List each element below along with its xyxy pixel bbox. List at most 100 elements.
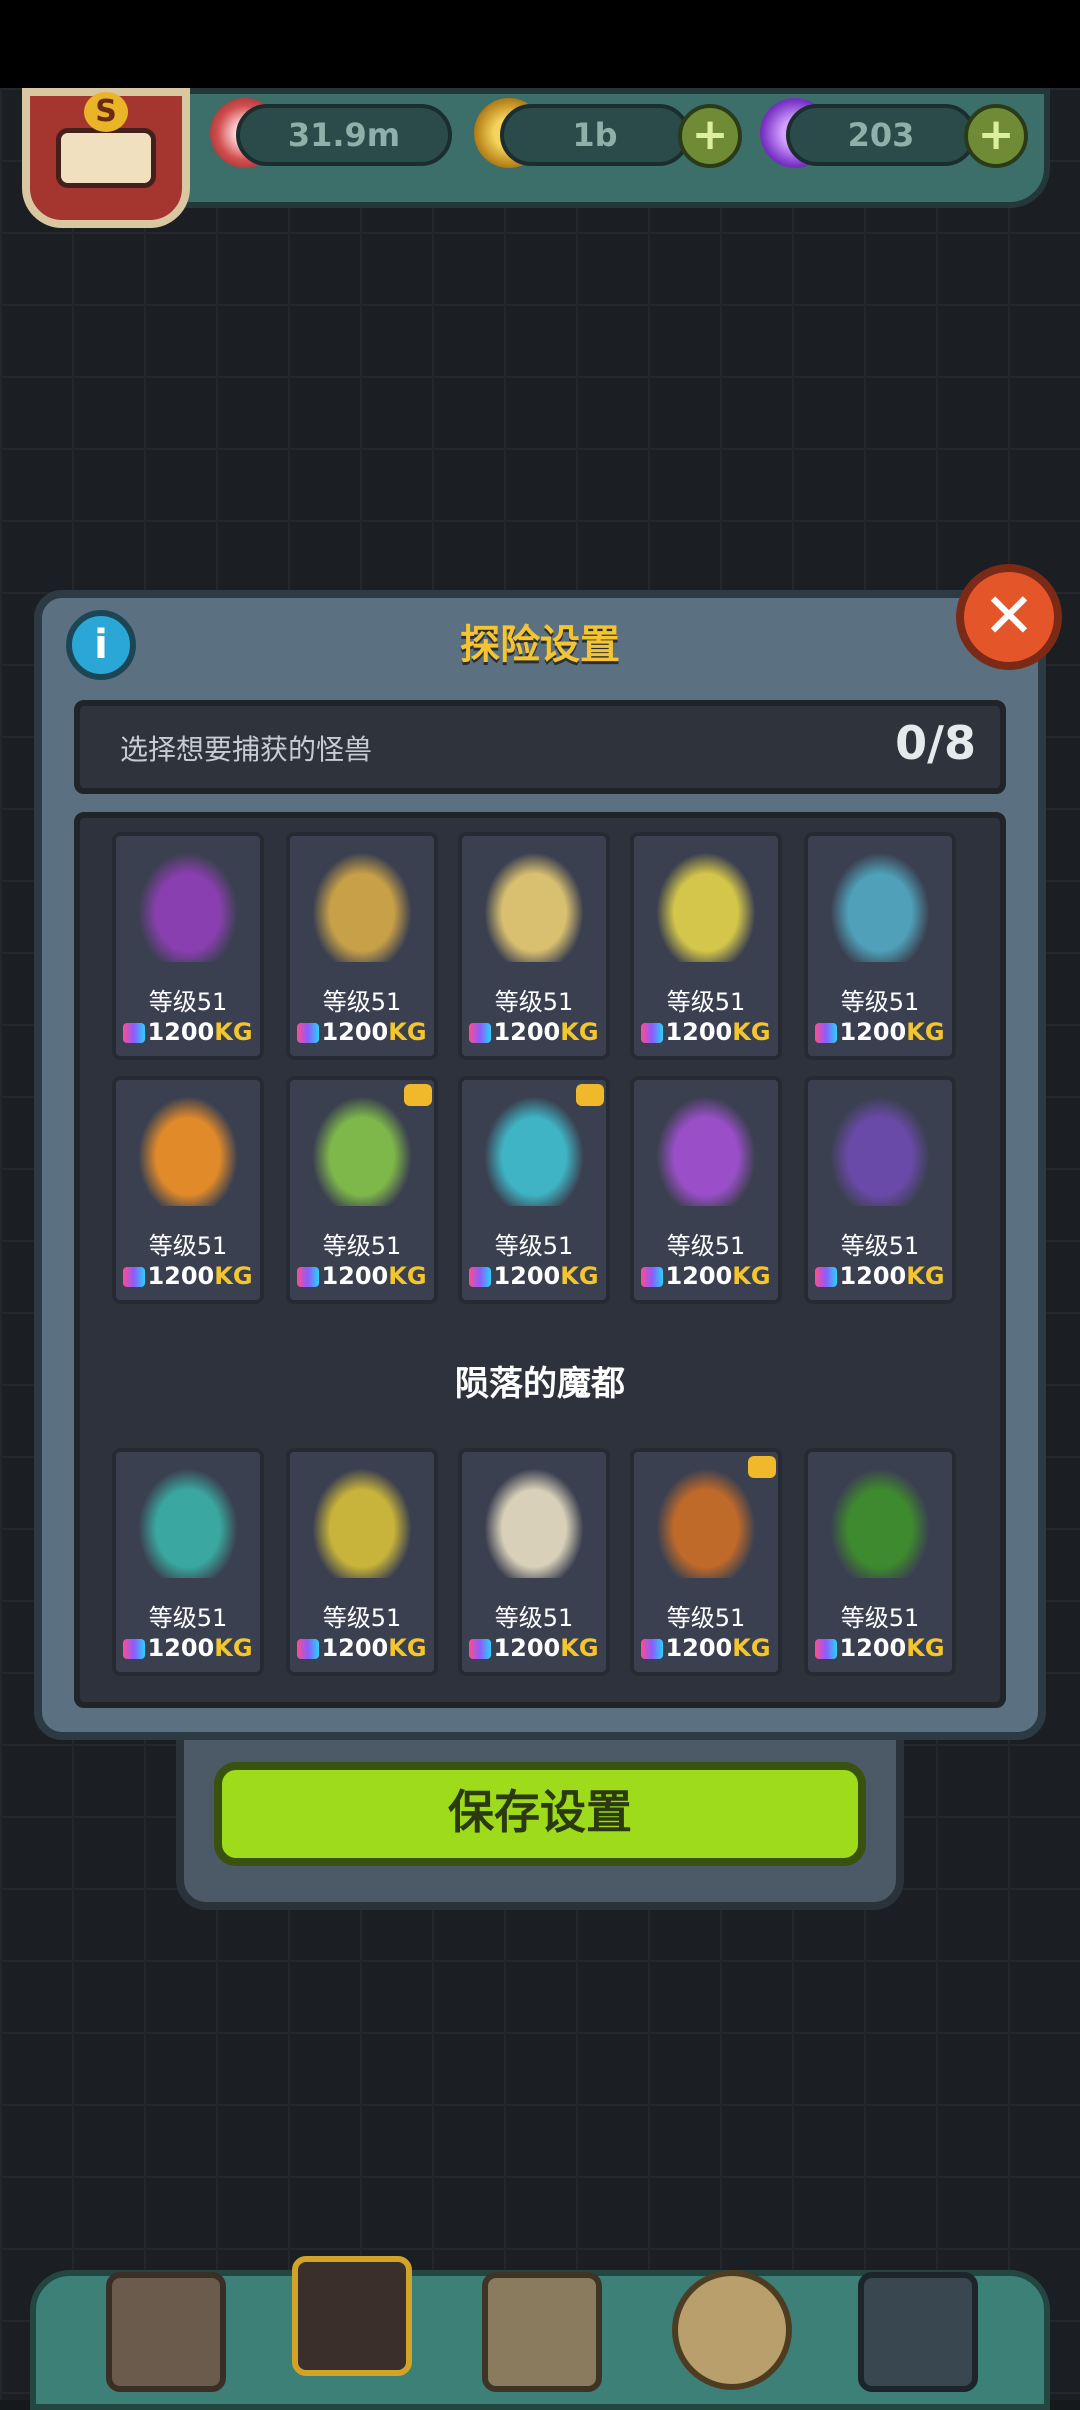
weight-value: 1200 xyxy=(665,1634,733,1662)
weight-bag-icon xyxy=(297,1639,320,1659)
weight-value: 1200 xyxy=(665,1262,733,1290)
coin-bag-icon[interactable] xyxy=(672,2270,792,2390)
avatar[interactable]: S xyxy=(22,88,190,228)
monster-weight: 1200KG xyxy=(804,1262,956,1290)
crocodile-monster-icon xyxy=(830,1468,930,1578)
weight-unit: KG xyxy=(732,1634,771,1662)
monster-level: 等级51 xyxy=(322,1232,402,1260)
monster-level: 等级51 xyxy=(840,1232,920,1260)
weight-value: 1200 xyxy=(321,1018,389,1046)
monster-card[interactable]: 等级51 1200KG xyxy=(286,1448,438,1676)
weight-value: 1200 xyxy=(493,1634,561,1662)
status-bar xyxy=(0,0,1080,88)
weight-bag-icon xyxy=(815,1267,838,1287)
monster-card[interactable]: 等级51 1200KG xyxy=(112,1448,264,1676)
monster-weight: 1200KG xyxy=(630,1634,782,1662)
weight-unit: KG xyxy=(732,1018,771,1046)
weight-bag-icon xyxy=(815,1639,838,1659)
crown-icon xyxy=(576,1084,604,1106)
add-potion-button[interactable]: + xyxy=(964,104,1028,168)
weight-unit: KG xyxy=(388,1262,427,1290)
monster-card[interactable]: 等级51 1200KG xyxy=(286,1076,438,1304)
weight-unit: KG xyxy=(732,1262,771,1290)
weight-bag-icon xyxy=(641,1023,664,1043)
monster-card[interactable]: 等级51 1200KG xyxy=(804,832,956,1060)
monster-card[interactable]: 等级51 1200KG xyxy=(458,832,610,1060)
weight-value: 1200 xyxy=(147,1018,215,1046)
save-settings-button[interactable]: 保存设置 xyxy=(214,1762,866,1866)
eggplant-monster-icon xyxy=(138,852,238,962)
grid-icon[interactable] xyxy=(858,2272,978,2392)
selection-header: 选择想要捕获的怪兽 0/8 xyxy=(74,700,1006,794)
straw-monster-icon xyxy=(484,852,584,962)
weight-unit: KG xyxy=(214,1262,253,1290)
monster-level: 等级51 xyxy=(494,1604,574,1632)
monster-card[interactable]: 等级51 1200KG xyxy=(804,1076,956,1304)
weight-bag-icon xyxy=(641,1267,664,1287)
monster-card[interactable]: 等级51 1200KG xyxy=(630,1076,782,1304)
book-icon[interactable] xyxy=(482,2272,602,2392)
weight-bag-icon xyxy=(469,1267,492,1287)
weight-value: 1200 xyxy=(839,1018,907,1046)
purple-jellyfish-monster-icon xyxy=(656,1096,756,1206)
alpaca-monster-icon xyxy=(484,1468,584,1578)
selection-count: 0/8 xyxy=(895,716,976,770)
monster-level: 等级51 xyxy=(322,988,402,1016)
monster-card[interactable]: 等级51 1200KG xyxy=(804,1448,956,1676)
crown-icon xyxy=(748,1456,776,1478)
weight-bag-icon xyxy=(469,1023,492,1043)
monster-card[interactable]: 等级51 1200KG xyxy=(630,1448,782,1676)
monster-weight: 1200KG xyxy=(804,1018,956,1046)
weight-unit: KG xyxy=(906,1262,945,1290)
monster-weight: 1200KG xyxy=(630,1018,782,1046)
monster-weight: 1200KG xyxy=(112,1018,264,1046)
modal-title: 探险设置 xyxy=(460,622,620,668)
weight-value: 1200 xyxy=(321,1634,389,1662)
chameleon-monster-icon xyxy=(830,852,930,962)
weight-bag-icon xyxy=(123,1267,146,1287)
monster-weight: 1200KG xyxy=(112,1262,264,1290)
monster-weight: 1200KG xyxy=(804,1634,956,1662)
monster-card[interactable]: 等级51 1200KG xyxy=(458,1076,610,1304)
eyeball-counter: 31.9m xyxy=(236,104,452,166)
weight-value: 1200 xyxy=(493,1262,561,1290)
weight-unit: KG xyxy=(388,1634,427,1662)
monster-weight: 1200KG xyxy=(458,1634,610,1662)
monster-avatar-icon xyxy=(56,128,156,188)
weight-value: 1200 xyxy=(147,1262,215,1290)
monster-level: 等级51 xyxy=(148,1232,228,1260)
weight-value: 1200 xyxy=(839,1262,907,1290)
weight-bag-icon xyxy=(123,1023,146,1043)
monster-weight: 1200KG xyxy=(286,1262,438,1290)
monster-level: 等级51 xyxy=(494,1232,574,1260)
add-gold-button[interactable]: + xyxy=(678,104,742,168)
monster-card[interactable]: 等级51 1200KG xyxy=(112,1076,264,1304)
dungeon-icon[interactable] xyxy=(292,2256,412,2376)
monster-card[interactable]: 等级51 1200KG xyxy=(630,832,782,1060)
monster-weight: 1200KG xyxy=(630,1262,782,1290)
shop-icon[interactable] xyxy=(106,2272,226,2392)
monster-weight: 1200KG xyxy=(458,1018,610,1046)
jellyfish-bubble-monster-icon xyxy=(484,1096,584,1206)
weight-unit: KG xyxy=(214,1634,253,1662)
monster-card[interactable]: 等级51 1200KG xyxy=(458,1448,610,1676)
weight-unit: KG xyxy=(560,1018,599,1046)
weight-bag-icon xyxy=(297,1267,320,1287)
weight-value: 1200 xyxy=(665,1018,733,1046)
section-title: 陨落的魔都 xyxy=(455,1364,625,1404)
monster-card[interactable]: 等级51 1200KG xyxy=(286,832,438,1060)
weight-bag-icon xyxy=(123,1639,146,1659)
weight-unit: KG xyxy=(388,1018,427,1046)
weight-value: 1200 xyxy=(321,1262,389,1290)
weight-unit: KG xyxy=(560,1634,599,1662)
monster-level: 等级51 xyxy=(666,1604,746,1632)
monster-level: 等级51 xyxy=(148,988,228,1016)
weight-value: 1200 xyxy=(839,1634,907,1662)
weight-bag-icon xyxy=(297,1023,320,1043)
close-button[interactable]: ✕ xyxy=(956,564,1062,670)
monster-level: 等级51 xyxy=(840,988,920,1016)
hedgehog-monster-icon xyxy=(312,1468,412,1578)
gold-counter: 1b xyxy=(500,104,690,166)
weight-bag-icon xyxy=(815,1023,838,1043)
monster-card[interactable]: 等级51 1200KG xyxy=(112,832,264,1060)
